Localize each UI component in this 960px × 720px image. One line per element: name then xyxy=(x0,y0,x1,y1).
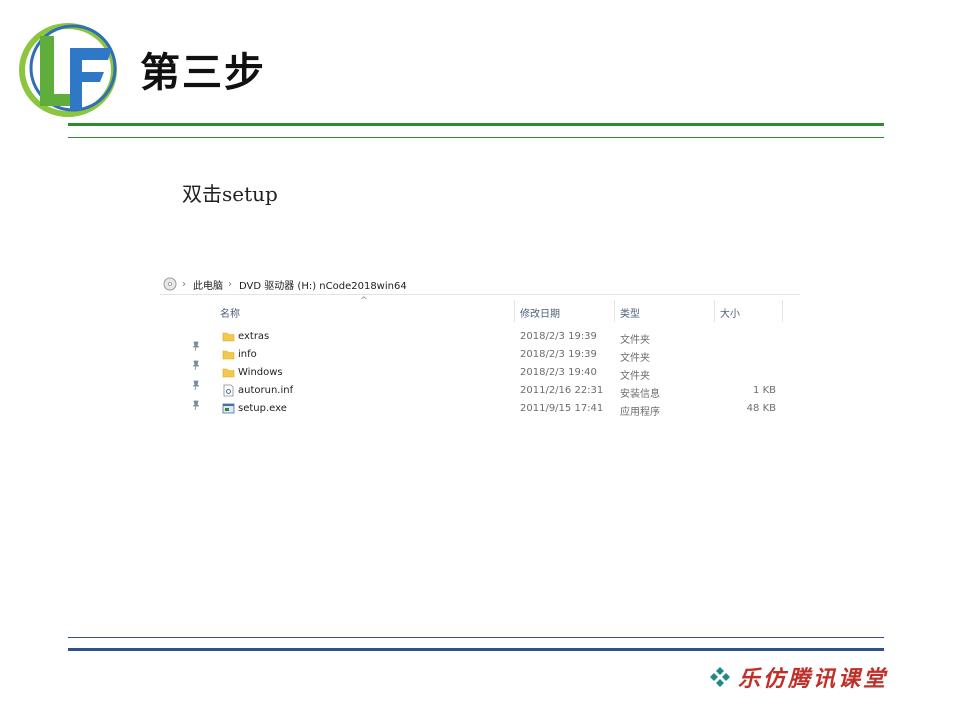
lf-logo xyxy=(19,23,117,117)
file-name: Windows xyxy=(238,367,283,378)
instruction-text: 双击setup xyxy=(182,182,278,206)
file-modified: 2018/2/3 19:39 xyxy=(520,331,597,342)
file-name: extras xyxy=(238,331,270,342)
file-type: 文件夹 xyxy=(620,335,650,346)
breadcrumb-dvd-drive[interactable]: DVD 驱动器 (H:) nCode2018win64 xyxy=(239,277,407,292)
file-row-setup[interactable]: setup.exe 2011/9/15 17:41 应用程序 48 KB xyxy=(160,400,800,418)
column-divider[interactable] xyxy=(614,300,615,322)
footer-brand: 乐仿腾讯课堂 xyxy=(708,662,888,692)
file-modified: 2011/9/15 17:41 xyxy=(520,403,604,414)
file-type: 文件夹 xyxy=(620,371,650,382)
address-bar[interactable]: › 此电脑 › DVD 驱动器 (H:) nCode2018win64 xyxy=(160,274,800,295)
settings-file-icon xyxy=(223,384,234,397)
column-divider[interactable] xyxy=(714,300,715,322)
header-rule-thick xyxy=(68,123,884,126)
chevron-right-icon: › xyxy=(228,278,232,290)
column-divider[interactable] xyxy=(782,300,783,322)
file-size: 1 KB xyxy=(753,385,776,396)
brand-name: 乐仿腾讯课堂 xyxy=(738,666,889,692)
file-explorer: › 此电脑 › DVD 驱动器 (H:) nCode2018win64 ^ 名称… xyxy=(160,274,800,424)
slide-title: 第三步 xyxy=(140,50,266,96)
file-name: autorun.inf xyxy=(238,385,294,396)
file-row-windows[interactable]: Windows 2018/2/3 19:40 文件夹 xyxy=(160,364,800,382)
file-row-info[interactable]: info 2018/2/3 19:39 文件夹 xyxy=(160,346,800,364)
file-type: 文件夹 xyxy=(620,353,650,364)
chevron-right-icon: › xyxy=(182,278,186,290)
folder-icon xyxy=(222,332,235,342)
file-type: 应用程序 xyxy=(620,407,660,418)
file-modified: 2011/2/16 22:31 xyxy=(520,385,604,396)
folder-icon xyxy=(222,368,235,378)
file-type: 安装信息 xyxy=(620,389,660,400)
folder-icon xyxy=(222,350,235,360)
footer-rule-thin xyxy=(68,637,884,638)
file-modified: 2018/2/3 19:40 xyxy=(520,367,597,378)
file-row-extras[interactable]: extras 2018/2/3 19:39 文件夹 xyxy=(160,328,800,346)
breadcrumb-this-pc[interactable]: 此电脑 xyxy=(193,277,223,292)
header-rule-thin xyxy=(68,137,884,138)
column-header-modified[interactable]: 修改日期 xyxy=(520,305,560,320)
column-header-name[interactable]: 名称 xyxy=(220,305,240,320)
footer-rule-thick xyxy=(68,648,884,651)
column-header-type[interactable]: 类型 xyxy=(620,305,640,320)
file-name: setup.exe xyxy=(238,403,287,414)
file-size: 48 KB xyxy=(746,403,776,414)
column-header-size[interactable]: 大小 xyxy=(720,305,740,320)
diamond-cluster-icon xyxy=(710,667,730,687)
file-row-autorun[interactable]: autorun.inf 2011/2/16 22:31 安装信息 1 KB xyxy=(160,382,800,400)
column-divider[interactable] xyxy=(514,300,515,322)
file-name: info xyxy=(238,349,257,360)
sort-ascending-icon: ^ xyxy=(360,296,368,306)
dvd-drive-icon xyxy=(163,277,177,291)
file-modified: 2018/2/3 19:39 xyxy=(520,349,597,360)
application-icon xyxy=(222,403,235,414)
